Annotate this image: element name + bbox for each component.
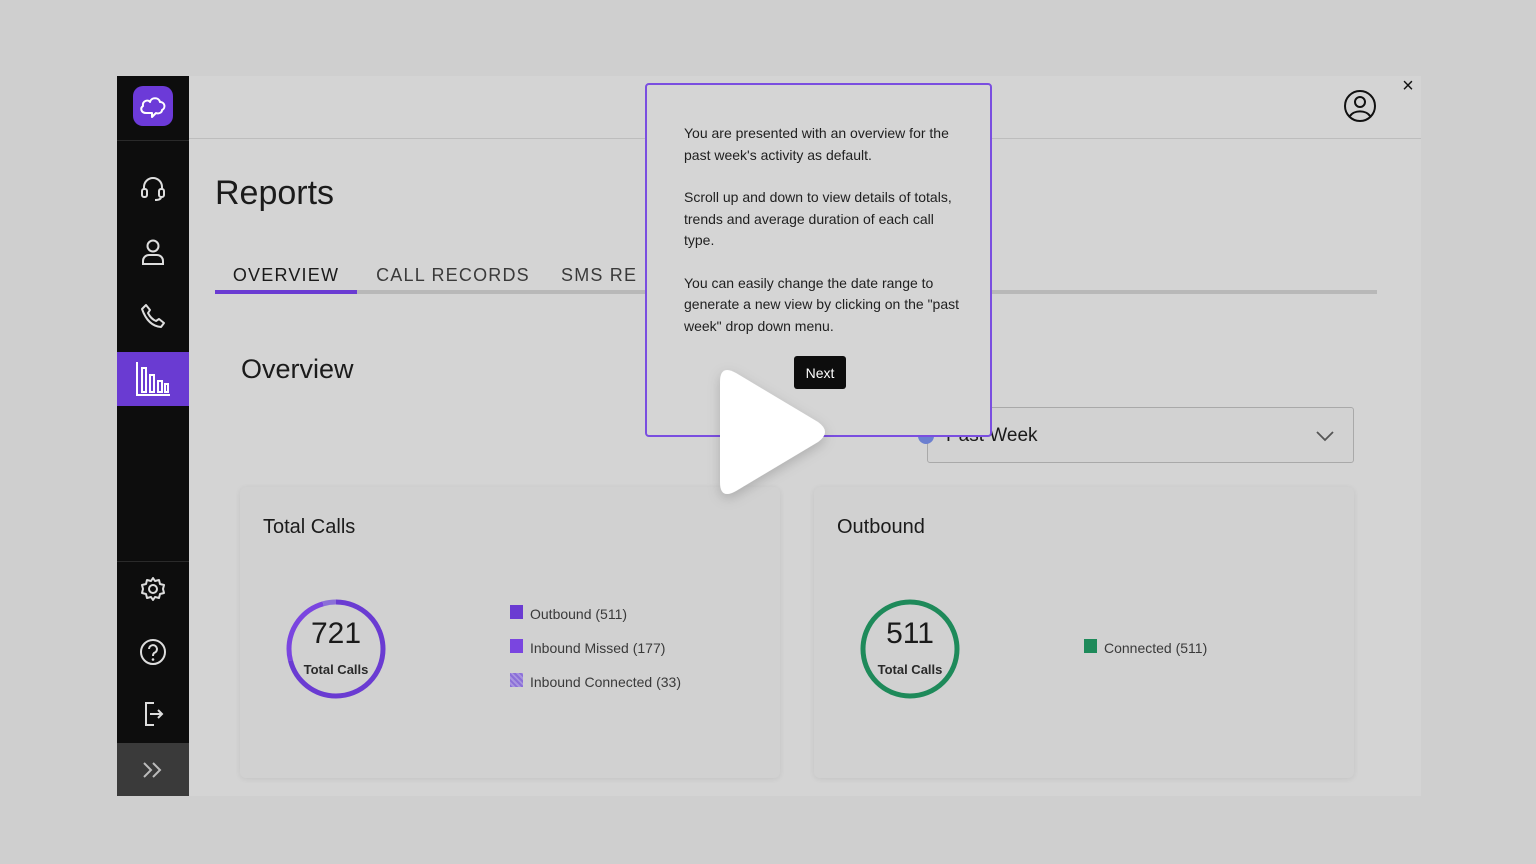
sidebar-item-logout[interactable]	[117, 687, 189, 741]
legend-swatch	[510, 639, 523, 653]
person-icon	[142, 239, 164, 265]
legend-swatch	[510, 673, 523, 687]
sidebar-item-settings[interactable]	[117, 562, 189, 616]
tour-paragraph: You can easily change the date range to …	[684, 274, 960, 334]
sidebar-divider	[117, 140, 189, 141]
outbound-card: Outbound 511 Total Calls Connected (511)	[814, 487, 1354, 778]
legend-item: Inbound Missed (177)	[510, 631, 681, 665]
logo[interactable]	[133, 86, 173, 126]
legend-item: Inbound Connected (33)	[510, 665, 681, 699]
card-title: Outbound	[837, 516, 925, 538]
legend-label: Inbound Connected (33)	[530, 674, 681, 690]
logout-icon	[145, 702, 164, 726]
double-chevron-right-icon	[143, 761, 162, 778]
total-calls-number: 721	[310, 617, 362, 650]
help-icon	[140, 639, 166, 665]
legend-swatch	[1084, 639, 1097, 653]
bar-chart-icon	[136, 362, 170, 396]
card-title: Total Calls	[263, 516, 356, 538]
play-icon[interactable]	[700, 360, 840, 510]
sidebar-item-reports[interactable]	[117, 352, 189, 406]
phone-icon	[141, 304, 165, 328]
sidebar-item-help[interactable]	[117, 625, 189, 679]
chevron-down-icon	[1316, 431, 1334, 442]
sidebar-item-calls[interactable]	[117, 289, 189, 343]
tour-popup-text: You are presented with an overview for t…	[684, 123, 964, 358]
cloud-icon	[140, 97, 166, 118]
sidebar	[117, 76, 189, 796]
tour-paragraph: You are presented with an overview for t…	[684, 125, 949, 163]
legend-item: Connected (511)	[1084, 631, 1207, 665]
tab-overview[interactable]: OVERVIEW	[215, 256, 357, 294]
gear-icon	[141, 577, 165, 601]
total-calls-legend: Outbound (511) Inbound Missed (177) Inbo…	[510, 597, 681, 699]
sidebar-expand-button[interactable]	[117, 743, 189, 796]
headset-icon	[141, 177, 165, 201]
outbound-legend: Connected (511)	[1084, 631, 1207, 665]
legend-item: Outbound (511)	[510, 597, 681, 631]
outbound-number: 511	[886, 617, 934, 650]
legend-label: Inbound Missed (177)	[530, 640, 666, 656]
close-icon[interactable]: ×	[1397, 76, 1419, 98]
page-title: Reports	[215, 174, 335, 212]
active-tab-indicator	[215, 290, 357, 294]
legend-swatch	[510, 605, 523, 619]
tab-call-records[interactable]: CALL RECORDS	[365, 256, 541, 294]
user-circle-icon	[1344, 90, 1376, 122]
total-calls-card: Total Calls 721 Total Calls Outbound (51…	[240, 487, 780, 778]
sidebar-item-agents[interactable]	[117, 161, 189, 215]
legend-label: Connected (511)	[1104, 640, 1208, 656]
total-calls-label: Total Calls	[303, 662, 369, 677]
tour-paragraph: Scroll up and down to view details of to…	[684, 189, 952, 248]
profile-button[interactable]	[1343, 89, 1377, 123]
tab-sms-records[interactable]: SMS RE	[561, 256, 651, 294]
outbound-label: Total Calls	[877, 662, 943, 677]
legend-label: Outbound (511)	[530, 606, 628, 622]
section-title: Overview	[241, 354, 354, 384]
sidebar-item-contacts[interactable]	[117, 225, 189, 279]
